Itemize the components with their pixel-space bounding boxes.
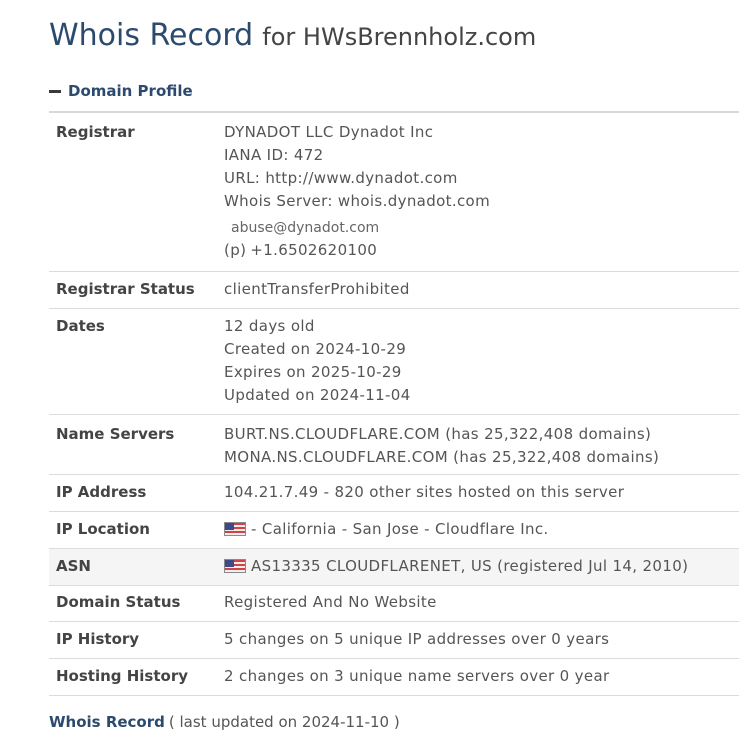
page-header: Whois Record for HWsBrennholz.com	[49, 18, 536, 53]
registrar-value: DYNADOT LLC Dynadot Inc IANA ID: 472 URL…	[224, 121, 490, 271]
registrar-status-value: clientTransferProhibited	[224, 280, 410, 298]
dates-value: 12 days old Created on 2024-10-29 Expire…	[224, 315, 411, 414]
row-domain-status: Domain Status Registered And No Website	[49, 586, 739, 622]
page-subtitle: for HWsBrennholz.com	[262, 23, 537, 51]
us-flag-icon	[224, 522, 246, 536]
domain-status-value: Registered And No Website	[224, 593, 437, 611]
updated-date: Updated on 2024-11-04	[224, 386, 411, 404]
ip-history-value: 5 changes on 5 unique IP addresses over …	[224, 630, 610, 648]
asn-text: AS13335 CLOUDFLARENET, US (registered Ju…	[251, 557, 689, 575]
ip-location-value: - California - San Jose - Cloudflare Inc…	[224, 518, 549, 541]
domain-profile-toggle[interactable]: Domain Profile	[49, 82, 193, 100]
expires-date: Expires on 2025-10-29	[224, 363, 402, 381]
domain-profile-heading: Domain Profile	[68, 82, 193, 100]
collapse-minus-icon[interactable]	[49, 90, 61, 93]
whois-record-link[interactable]: Whois Record	[49, 713, 165, 731]
row-ip-address: IP Address 104.21.7.49 - 820 other sites…	[49, 475, 739, 512]
asn-label: ASN	[56, 557, 91, 575]
domain-age: 12 days old	[224, 317, 315, 335]
name-server-item: BURT.NS.CLOUDFLARE.COM (has 25,322,408 d…	[224, 425, 652, 443]
dates-label: Dates	[56, 317, 105, 335]
us-flag-icon	[224, 559, 246, 573]
hosting-history-label: Hosting History	[56, 667, 189, 685]
registrar-iana: IANA ID: 472	[224, 146, 324, 164]
domain-status-label: Domain Status	[56, 593, 181, 611]
page-title: Whois Record	[49, 18, 254, 53]
ip-location-label: IP Location	[56, 520, 150, 538]
row-asn: ASN AS13335 CLOUDFLARENET, US (registere…	[49, 549, 739, 586]
last-updated-note: ( last updated on 2024-11-10 )	[168, 713, 400, 731]
registrar-phone: +1.6502620100	[250, 241, 378, 259]
registrar-phone-line: (p) +1.6502620100	[224, 239, 490, 262]
row-hosting-history: Hosting History 2 changes on 3 unique na…	[49, 659, 739, 696]
registrar-status-label: Registrar Status	[56, 280, 195, 298]
name-server-item: MONA.NS.CLOUDFLARE.COM (has 25,322,408 d…	[224, 448, 660, 466]
ip-history-label: IP History	[56, 630, 140, 648]
phone-prefix: (p)	[224, 241, 247, 259]
row-dates: Dates 12 days old Created on 2024-10-29 …	[49, 309, 739, 415]
domain-profile-table: Registrar DYNADOT LLC Dynadot Inc IANA I…	[49, 111, 739, 696]
registrar-url: URL: http://www.dynadot.com	[224, 169, 458, 187]
ip-address-label: IP Address	[56, 483, 147, 501]
name-servers-value: BURT.NS.CLOUDFLARE.COM (has 25,322,408 d…	[224, 423, 659, 474]
footer: Whois Record( last updated on 2024-11-10…	[49, 713, 400, 731]
ip-location-text: - California - San Jose - Cloudflare Inc…	[251, 520, 549, 538]
row-ip-location: IP Location - California - San Jose - Cl…	[49, 512, 739, 549]
row-registrar: Registrar DYNADOT LLC Dynadot Inc IANA I…	[49, 113, 739, 272]
registrar-email: abuse@dynadot.com	[231, 220, 380, 236]
row-registrar-status: Registrar Status clientTransferProhibite…	[49, 272, 739, 309]
row-ip-history: IP History 5 changes on 5 unique IP addr…	[49, 622, 739, 659]
registrar-whois-server: Whois Server: whois.dynadot.com	[224, 192, 491, 210]
asn-value: AS13335 CLOUDFLARENET, US (registered Ju…	[224, 555, 688, 578]
ip-address-value: 104.21.7.49 - 820 other sites hosted on …	[224, 483, 625, 501]
created-date: Created on 2024-10-29	[224, 340, 407, 358]
row-name-servers: Name Servers BURT.NS.CLOUDFLARE.COM (has…	[49, 415, 739, 475]
registrar-name: DYNADOT LLC Dynadot Inc	[224, 123, 434, 141]
name-servers-label: Name Servers	[56, 425, 175, 443]
hosting-history-value: 2 changes on 3 unique name servers over …	[224, 667, 610, 685]
registrar-label: Registrar	[56, 123, 135, 141]
